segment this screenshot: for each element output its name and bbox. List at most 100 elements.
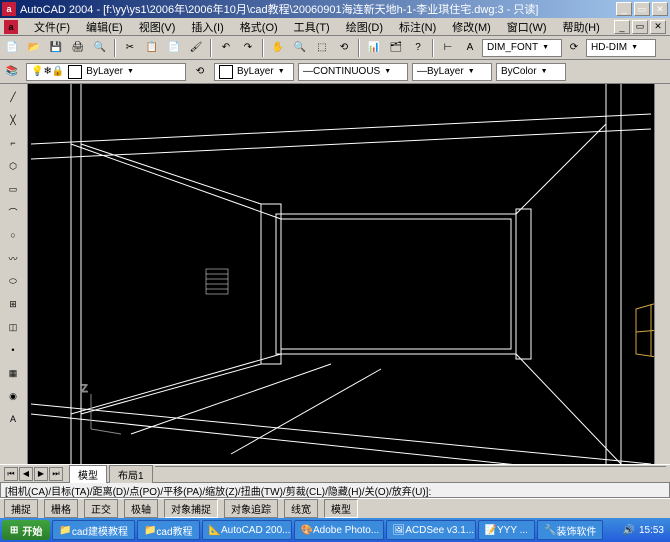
doc-restore-button[interactable]: ▭ <box>632 20 648 34</box>
svg-text:Z: Z <box>81 383 88 395</box>
properties-toolbar: 📚 💡❄🔒ByLayer ⟲ ByLayer — CONTINUOUS — By… <box>0 60 670 84</box>
menu-modify[interactable]: 修改(M) <box>448 19 495 35</box>
layout-tabs: ⏮ ◀ ▶ ⏭ 模型 布局1 <box>0 464 670 482</box>
print-button[interactable]: 🖨 <box>68 38 88 58</box>
title-bar: a AutoCAD 2004 - [f:\yy\ys1\2006年\2006年1… <box>0 0 670 18</box>
main-area: ╱ ╳ ⌐ ⬡ ▭ ⌒ ○ 〰 ⬭ ⊞ ◫ • ▦ ◉ A <box>0 84 670 464</box>
zoom-window-button[interactable]: ⬚ <box>312 38 332 58</box>
maximize-button[interactable]: ▭ <box>634 2 650 16</box>
draw-toolbar: ╱ ╳ ⌐ ⬡ ▭ ⌒ ○ 〰 ⬭ ⊞ ◫ • ▦ ◉ A <box>0 84 28 464</box>
mtext-button[interactable]: A <box>2 408 24 430</box>
status-polar[interactable]: 极轴 <box>124 499 158 518</box>
menu-dim[interactable]: 标注(N) <box>395 19 440 35</box>
dim-style-dropdown[interactable]: DIM_FONT <box>482 39 562 57</box>
close-button[interactable]: ✕ <box>652 2 668 16</box>
save-button[interactable]: 💾 <box>46 38 66 58</box>
status-snap[interactable]: 捕捉 <box>4 499 38 518</box>
plotstyle-dropdown[interactable]: ByColor <box>496 63 566 81</box>
tab-last-button[interactable]: ⏭ <box>49 467 63 481</box>
tray-icon[interactable]: 🔊 <box>623 525 635 536</box>
linetype-dropdown[interactable]: — CONTINUOUS <box>298 63 408 81</box>
undo-button[interactable]: ↶ <box>216 38 236 58</box>
menu-insert[interactable]: 插入(I) <box>187 19 227 35</box>
menu-window[interactable]: 窗口(W) <box>503 19 551 35</box>
ellipse-button[interactable]: ⬭ <box>2 270 24 292</box>
redo-button[interactable]: ↷ <box>238 38 258 58</box>
menu-help[interactable]: 帮助(H) <box>559 19 604 35</box>
paste-button[interactable]: 📄 <box>164 38 184 58</box>
standard-toolbar: 📄 📂 💾 🖨 🔍 ✂ 📋 📄 🖌 ↶ ↷ ✋ 🔍 ⬚ ⟲ 📊 🗂 ? ⊢ A … <box>0 36 670 60</box>
insert-button[interactable]: ⊞ <box>2 293 24 315</box>
spline-button[interactable]: 〰 <box>2 247 24 269</box>
dim-type-dropdown[interactable]: HD-DIM <box>586 39 656 57</box>
lineweight-dropdown[interactable]: — ByLayer <box>412 63 492 81</box>
hatch-button[interactable]: ▦ <box>2 362 24 384</box>
zoom-button[interactable]: 🔍 <box>290 38 310 58</box>
help-button[interactable]: ? <box>408 38 428 58</box>
status-grid[interactable]: 栅格 <box>44 499 78 518</box>
match-button[interactable]: 🖌 <box>186 38 206 58</box>
app-icon: a <box>2 2 16 16</box>
status-otrack[interactable]: 对象追踪 <box>224 499 278 518</box>
block-button[interactable]: ◫ <box>2 316 24 338</box>
copy-button[interactable]: 📋 <box>142 38 162 58</box>
tab-model[interactable]: 模型 <box>69 465 107 483</box>
tab-prev-button[interactable]: ◀ <box>19 467 33 481</box>
task-item[interactable]: 📁 cad建模教程 <box>52 520 135 540</box>
task-item[interactable]: 🔧 装饰软件 <box>537 520 603 540</box>
properties-button[interactable]: 📊 <box>364 38 384 58</box>
task-item[interactable]: 🖼 ACDSee v3.1... <box>386 520 476 540</box>
menu-file[interactable]: 文件(F) <box>30 19 74 35</box>
pan-button[interactable]: ✋ <box>268 38 288 58</box>
status-lwt[interactable]: 线宽 <box>284 499 318 518</box>
status-osnap[interactable]: 对象捕捉 <box>164 499 218 518</box>
tab-next-button[interactable]: ▶ <box>34 467 48 481</box>
dc-button[interactable]: 🗂 <box>386 38 406 58</box>
line-button[interactable]: ╱ <box>2 86 24 108</box>
start-button[interactable]: ⊞开始 <box>2 520 50 540</box>
new-button[interactable]: 📄 <box>2 38 22 58</box>
point-button[interactable]: • <box>2 339 24 361</box>
title-text: AutoCAD 2004 - [f:\yy\ys1\2006年\2006年10月… <box>20 1 616 17</box>
task-item[interactable]: 📝 YYY ... <box>478 520 535 540</box>
status-ortho[interactable]: 正交 <box>84 499 118 518</box>
doc-close-button[interactable]: ✕ <box>650 20 666 34</box>
menu-edit[interactable]: 编辑(E) <box>82 19 127 35</box>
menu-view[interactable]: 视图(V) <box>135 19 180 35</box>
system-tray[interactable]: 🔊 15:53 <box>619 525 668 536</box>
command-line[interactable]: [相机(CA)/目标(TA)/距离(D)/点(PO)/平移(PA)/缩放(Z)/… <box>0 482 670 498</box>
text-button[interactable]: A <box>460 38 480 58</box>
region-button[interactable]: ◉ <box>2 385 24 407</box>
minimize-button[interactable]: _ <box>616 2 632 16</box>
circle-button[interactable]: ○ <box>2 224 24 246</box>
task-item[interactable]: 📐 AutoCAD 200... <box>202 520 292 540</box>
rect-button[interactable]: ▭ <box>2 178 24 200</box>
menu-tools[interactable]: 工具(T) <box>290 19 334 35</box>
xline-button[interactable]: ╳ <box>2 109 24 131</box>
doc-icon: a <box>4 20 18 34</box>
dim-linear-button[interactable]: ⊢ <box>438 38 458 58</box>
layer-prev-button[interactable]: ⟲ <box>190 62 210 82</box>
menu-format[interactable]: 格式(O) <box>236 19 282 35</box>
layer-props-button[interactable]: 📚 <box>2 62 22 82</box>
drawing-viewport[interactable]: Z <box>28 84 654 464</box>
horizontal-scrollbar[interactable] <box>155 466 666 482</box>
status-model[interactable]: 模型 <box>324 499 358 518</box>
polygon-button[interactable]: ⬡ <box>2 155 24 177</box>
color-dropdown[interactable]: ByLayer <box>214 63 294 81</box>
menu-draw[interactable]: 绘图(D) <box>342 19 387 35</box>
layer-dropdown[interactable]: 💡❄🔒ByLayer <box>26 63 186 81</box>
task-item[interactable]: 📁 cad教程 <box>137 520 200 540</box>
tab-first-button[interactable]: ⏮ <box>4 467 18 481</box>
zoom-prev-button[interactable]: ⟲ <box>334 38 354 58</box>
preview-button[interactable]: 🔍 <box>90 38 110 58</box>
task-item[interactable]: 🎨 Adobe Photo... <box>294 520 384 540</box>
tab-layout1[interactable]: 布局1 <box>109 465 153 483</box>
dim-update-button[interactable]: ⟳ <box>564 38 584 58</box>
vertical-scrollbar[interactable] <box>654 84 670 464</box>
pline-button[interactable]: ⌐ <box>2 132 24 154</box>
arc-button[interactable]: ⌒ <box>2 201 24 223</box>
doc-minimize-button[interactable]: _ <box>614 20 630 34</box>
cut-button[interactable]: ✂ <box>120 38 140 58</box>
open-button[interactable]: 📂 <box>24 38 44 58</box>
